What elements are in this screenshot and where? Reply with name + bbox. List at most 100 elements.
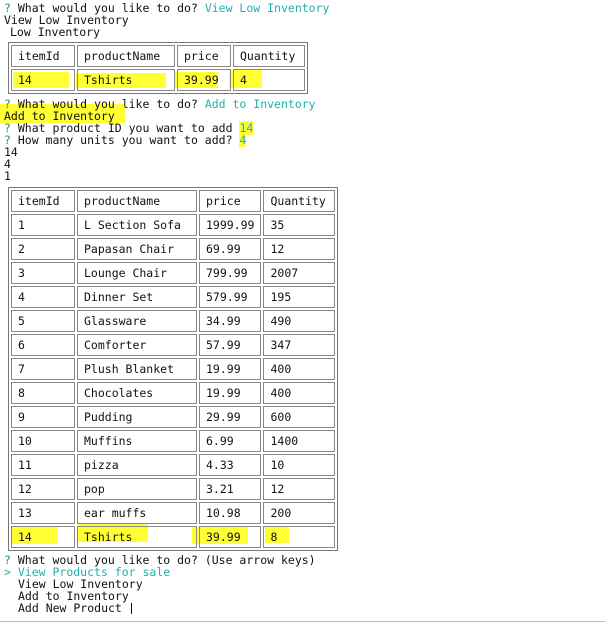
cell-price: 34.99 [199,310,262,332]
cell-price: 799.99 [199,262,262,284]
cell-item-id: 5 [11,310,75,332]
inventory-table: itemId productName price Quantity 1L Sec… [8,187,339,551]
table-row: 4 Dinner Set 579.99 195 [11,286,336,308]
table-row: 11 pizza 4.33 10 [11,454,336,476]
question-text: How many units you want to add? [10,133,233,147]
cell-item-id: 7 [11,358,75,380]
cell-product-name: Lounge Chair [77,262,197,284]
cell-price: 29.99 [199,406,262,428]
cell-price: 6.99 [199,430,262,452]
cell-product-name: Pudding [77,406,197,428]
table-header-row: itemId productName price Quantity [11,45,305,67]
cell-quantity: 1400 [263,430,336,452]
table-row: 6 Comforter 57.99 347 [11,334,336,356]
header-cell: price [199,190,262,212]
prompt-line-4: ? How many units you want to add? 4 [4,133,247,147]
cell-quantity: 400 [263,382,336,404]
cell-price: 69.99 [199,238,262,260]
cell-product-name: Tshirts [77,526,197,548]
output-line: 1 [4,169,11,183]
cell-product-name: Glassware [77,310,197,332]
cell-quantity: 195 [263,286,336,308]
table-row: 8 Chocolates 19.99 400 [11,382,336,404]
cell-quantity: 8 [263,526,336,548]
cell-item-id: 14 [11,69,75,91]
cell-price: 1999.99 [199,214,262,236]
answer-text: Add to Inventory [204,97,316,111]
cell-price: 19.99 [199,382,262,404]
cell-quantity: 400 [263,358,336,380]
cell-quantity: 2007 [263,262,336,284]
cell-quantity: 347 [263,334,336,356]
cell-quantity: 10 [263,454,336,476]
table-row: 9 Pudding 29.99 600 [11,406,336,428]
cell-quantity: 200 [263,502,336,524]
cell-price: 39.99 [199,526,262,548]
cell-item-id: 8 [11,382,75,404]
cell-price: 39.99 [177,69,231,91]
cell-item-id: 3 [11,262,75,284]
table-header-row: itemId productName price Quantity [11,190,336,212]
table-row: 2 Papasan Chair 69.99 12 [11,238,336,260]
cell-product-name: L Section Sofa [77,214,197,236]
cell-quantity: 4 [233,69,305,91]
header-cell: Quantity [233,45,305,67]
cell-quantity: 600 [263,406,336,428]
table-row: 7 Plush Blanket 19.99 400 [11,358,336,380]
cell-price: 3.21 [199,478,262,500]
header-cell: Quantity [263,190,336,212]
cell-price: 579.99 [199,286,262,308]
prompt-hint: (Use arrow keys) [204,553,316,567]
cell-price: 57.99 [199,334,262,356]
cell-item-id: 6 [11,334,75,356]
cell-product-name: Comforter [77,334,197,356]
cell-quantity: 35 [263,214,336,236]
header-cell: itemId [11,45,75,67]
cell-quantity: 490 [263,310,336,332]
table-row: 10 Muffins 6.99 1400 [11,430,336,452]
cell-price: 4.33 [199,454,262,476]
cell-item-id: 13 [11,502,75,524]
cell-product-name: Dinner Set [77,286,197,308]
text-cursor [130,603,132,614]
cell-price: 19.99 [199,358,262,380]
cell-product-name: Papasan Chair [77,238,197,260]
divider [0,621,605,622]
cell-item-id: 2 [11,238,75,260]
header-cell: itemId [11,190,75,212]
cell-product-name: Chocolates [77,382,197,404]
cell-price: 10.98 [199,502,262,524]
cell-product-name: ear muffs [77,502,197,524]
cell-product-name: Muffins [77,430,197,452]
cell-item-id: 14 [11,526,75,548]
cell-item-id: 1 [11,214,75,236]
table-row: 3 Lounge Chair 799.99 2007 [11,262,336,284]
header-cell: productName [77,190,197,212]
cell-item-id: 11 [11,454,75,476]
cell-product-name: Tshirts [77,69,175,91]
table-row: 13 ear muffs 10.98 200 [11,502,336,524]
cell-product-name: Plush Blanket [77,358,197,380]
low-inventory-table: itemId productName price Quantity 14 Tsh… [8,42,308,94]
header-cell: price [177,45,231,67]
cell-quantity: 12 [263,238,336,260]
cell-product-name: pop [77,478,197,500]
answer-text: View Low Inventory [204,1,330,15]
cell-item-id: 9 [11,406,75,428]
cell-item-id: 10 [11,430,75,452]
menu-item-add-new-product[interactable]: Add New Product [18,602,132,614]
low-inventory-title: Low Inventory [10,25,101,39]
table-body: 1L Section Sofa 1999.99 35 2 Papasan Chair 69… [11,214,336,548]
table-row: 5 Glassware 34.99 490 [11,310,336,332]
table-row: 14 Tshirts 39.99 4 [11,69,305,91]
answer-text: 4 [239,133,247,147]
table-row: 14 Tshirts 39.99 8 [11,526,336,548]
table-row: 1L Section Sofa 1999.99 35 [11,214,336,236]
menu-item-label: Add New Product [18,601,122,615]
header-cell: productName [77,45,175,67]
cell-product-name: pizza [77,454,197,476]
cell-quantity: 12 [263,478,336,500]
cell-item-id: 12 [11,478,75,500]
selection-caret: > [4,565,11,579]
table-row: 12 pop 3.21 12 [11,478,336,500]
